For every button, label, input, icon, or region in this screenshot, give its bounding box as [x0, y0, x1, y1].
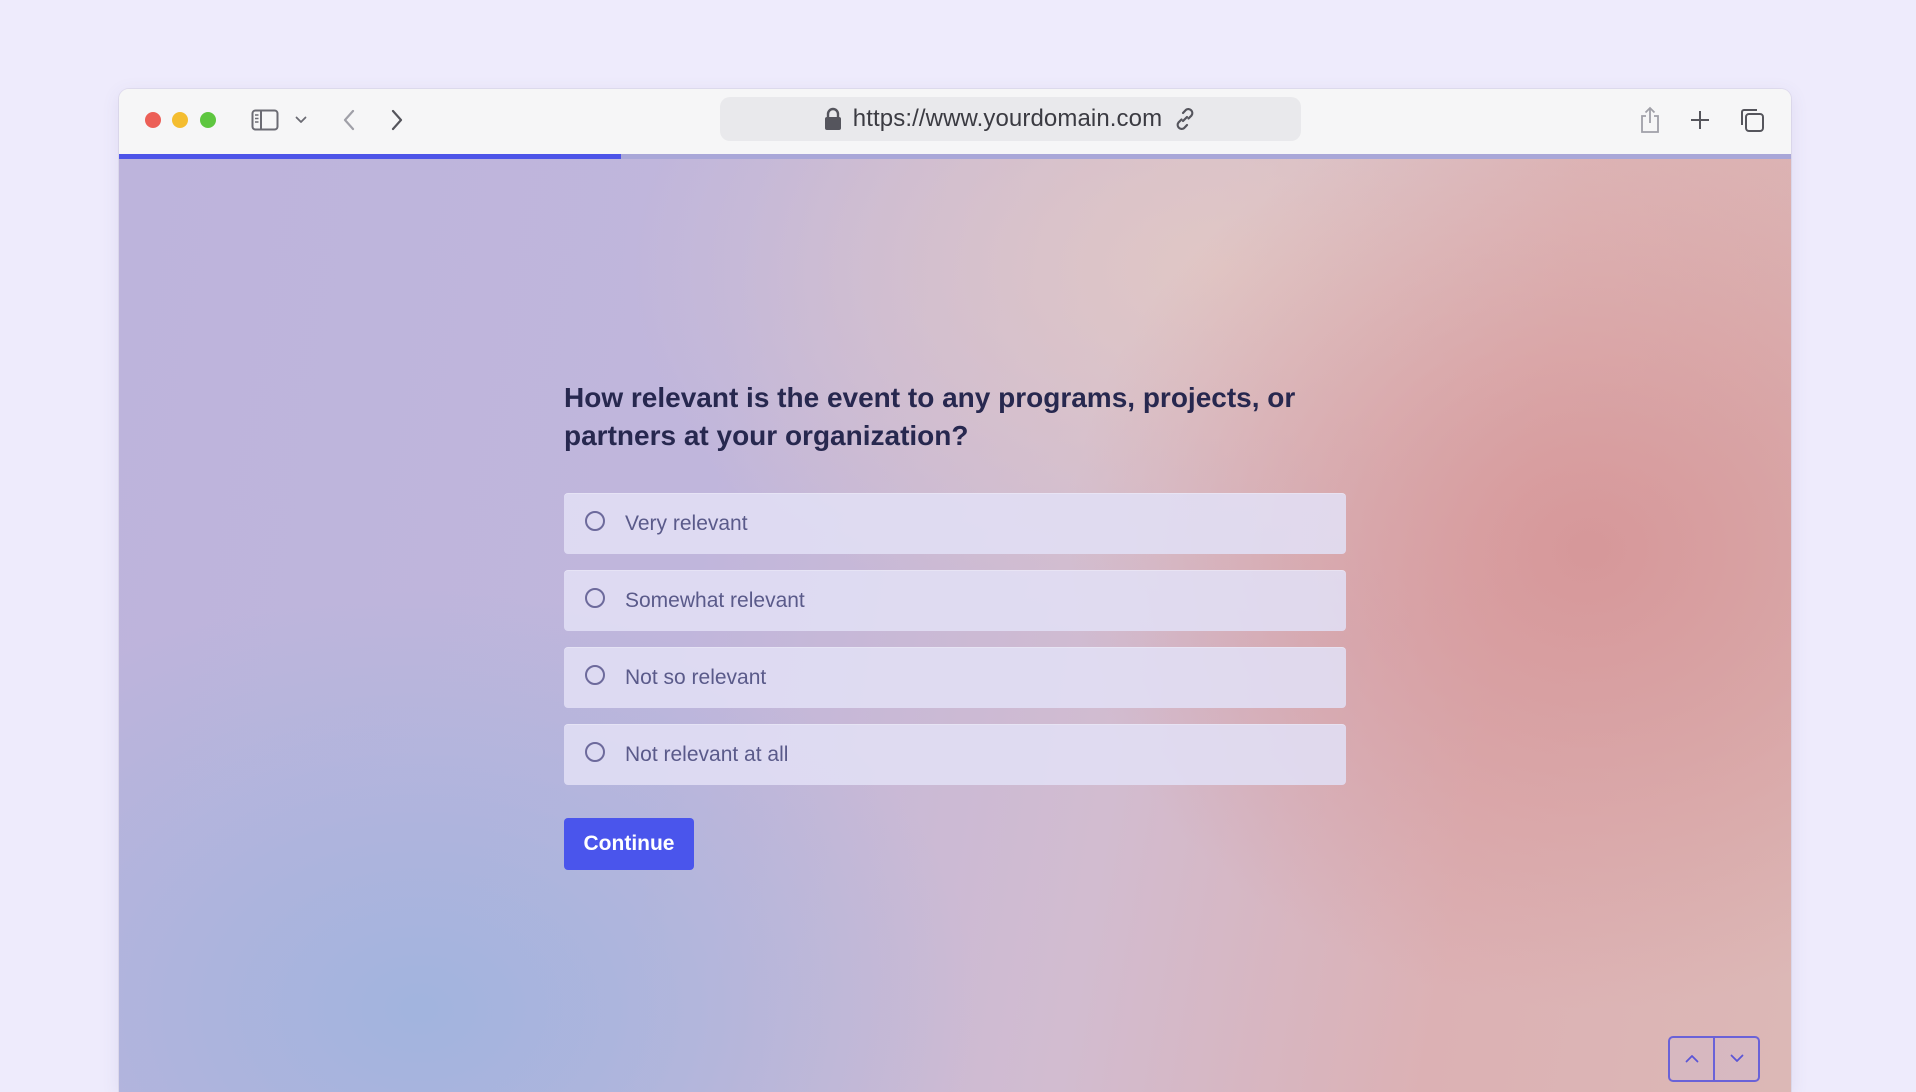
chevron-left-icon[interactable]	[341, 107, 357, 133]
option-very-relevant[interactable]: Very relevant	[564, 493, 1346, 554]
next-question-button[interactable]	[1713, 1038, 1758, 1080]
radio-icon[interactable]	[585, 742, 605, 762]
address-bar[interactable]: https://www.yourdomain.com	[720, 97, 1301, 141]
radio-icon[interactable]	[585, 511, 605, 531]
option-label: Somewhat relevant	[625, 589, 805, 612]
plus-icon[interactable]	[1688, 108, 1712, 132]
option-not-relevant-at-all[interactable]: Not relevant at all	[564, 724, 1346, 785]
minimize-window-button[interactable]	[172, 112, 188, 128]
question-title: How relevant is the event to any program…	[564, 382, 1296, 451]
radio-icon[interactable]	[585, 588, 605, 608]
chevron-down-icon[interactable]	[294, 113, 308, 127]
question-navigation	[1668, 1036, 1760, 1082]
zoom-window-button[interactable]	[200, 112, 216, 128]
option-label: Not so relevant	[625, 666, 767, 689]
option-somewhat-relevant[interactable]: Somewhat relevant	[564, 570, 1346, 631]
link-icon[interactable]	[1172, 106, 1198, 132]
option-label: Not relevant at all	[625, 743, 789, 766]
close-window-button[interactable]	[145, 112, 161, 128]
answer-options: Very relevant Somewhat relevant Not so r…	[564, 493, 1346, 801]
browser-window: https://www.yourdomain.com How relevant …	[119, 89, 1791, 1092]
continue-button[interactable]: Continue	[564, 818, 694, 870]
option-not-so-relevant[interactable]: Not so relevant	[564, 647, 1346, 708]
chevron-up-icon	[1685, 1050, 1699, 1068]
lock-icon	[823, 107, 843, 131]
tabs-overview-icon[interactable]	[1739, 107, 1765, 133]
chevron-down-icon	[1730, 1050, 1744, 1068]
browser-toolbar: https://www.yourdomain.com	[119, 89, 1791, 154]
option-label: Very relevant	[625, 512, 748, 535]
previous-question-button[interactable]	[1670, 1038, 1713, 1080]
share-icon[interactable]	[1639, 105, 1661, 135]
chevron-right-icon[interactable]	[389, 107, 405, 133]
url-text: https://www.yourdomain.com	[852, 105, 1163, 132]
survey-page: How relevant is the event to any program…	[119, 159, 1791, 1092]
sidebar-icon[interactable]	[251, 108, 279, 132]
radio-icon[interactable]	[585, 665, 605, 685]
